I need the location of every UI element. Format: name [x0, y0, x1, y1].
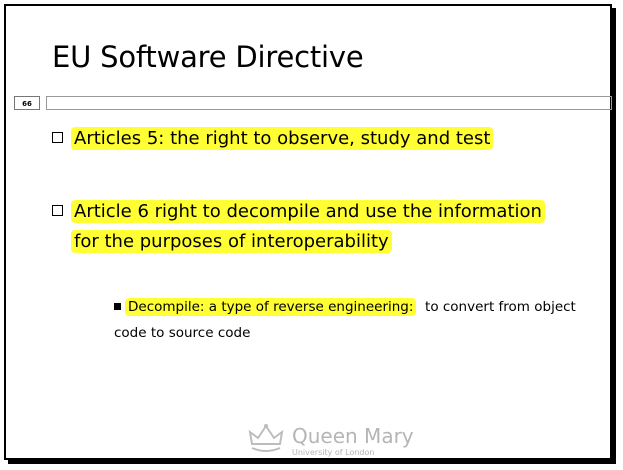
slide-number: 66 [14, 96, 40, 110]
logo-subtitle: University of London [292, 448, 375, 457]
slide-title: EU Software Directive [52, 40, 364, 74]
bullet-text-cont: for the purposes of interoperability [71, 230, 392, 253]
bullet-text: Articles 5: the right to observe, study … [71, 127, 494, 150]
queen-mary-logo: Queen Mary University of London [246, 420, 416, 460]
slide: EU Software Directive 66 Articles 5: the… [4, 4, 612, 460]
square-bullet-icon [114, 303, 121, 310]
bullet-text: Article 6 right to decompile and use the… [71, 200, 545, 223]
checkbox-bullet-icon [52, 132, 63, 143]
bullet-article-6: Article 6 right to decompile and use the… [52, 197, 545, 257]
checkbox-bullet-icon [52, 205, 63, 216]
sub-bullet-highlight: Decompile: a type of reverse engineering… [125, 298, 417, 316]
header-rule [46, 96, 612, 110]
crown-icon [248, 424, 284, 452]
bullet-text-line2: for the purposes of interoperability [52, 227, 545, 257]
logo-name: Queen Mary [292, 424, 414, 448]
bullet-article-5: Articles 5: the right to observe, study … [52, 124, 494, 154]
sub-bullet-decompile: Decompile: a type of reverse engineering… [114, 294, 594, 346]
